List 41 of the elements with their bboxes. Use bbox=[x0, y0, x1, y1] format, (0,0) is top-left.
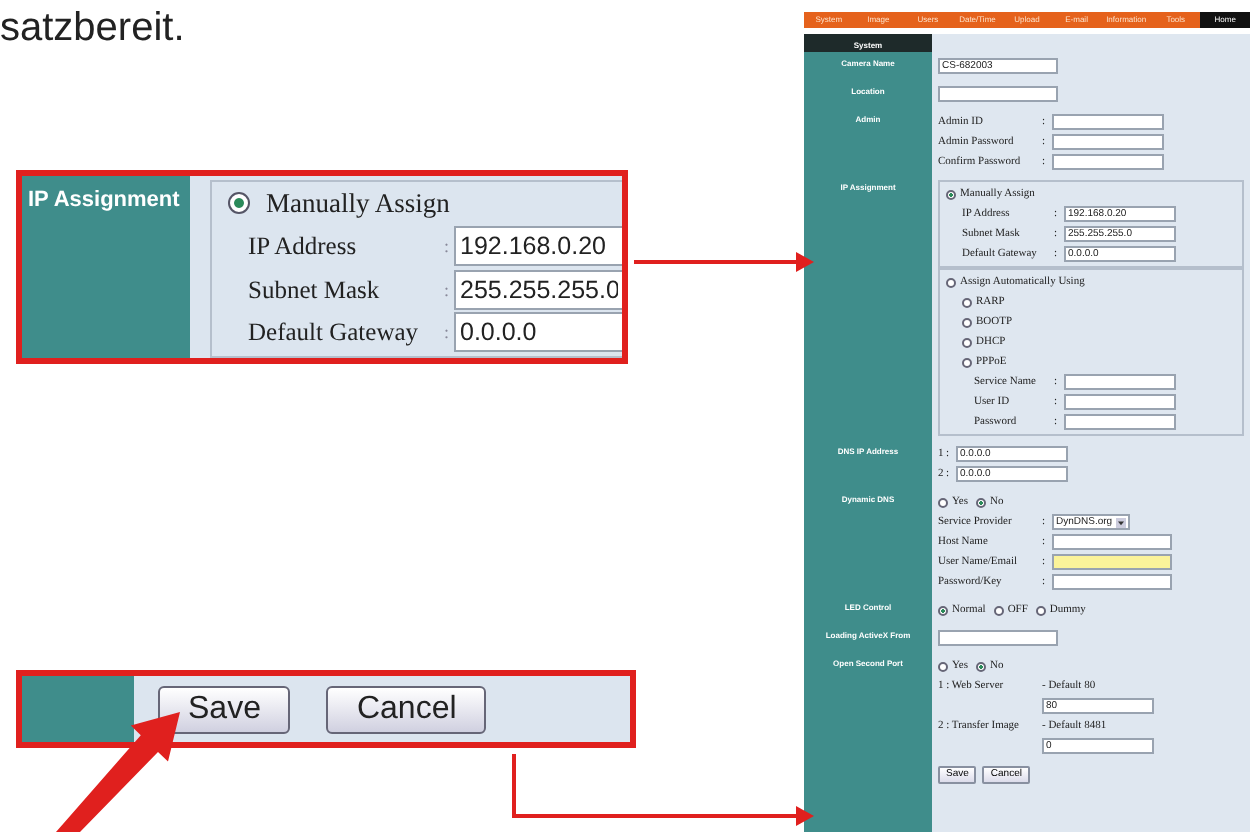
radio-button[interactable] bbox=[962, 317, 972, 327]
radio-button[interactable] bbox=[938, 497, 948, 507]
sidebar-strip bbox=[22, 676, 134, 742]
form-button[interactable]: Cancel bbox=[326, 685, 487, 733]
input-field[interactable] bbox=[1052, 134, 1164, 150]
radio-label: Manually Assign bbox=[266, 185, 450, 222]
setting-label: IP Assignment bbox=[22, 176, 190, 358]
colon-separator: : bbox=[444, 320, 452, 347]
colon-separator: : bbox=[444, 277, 452, 304]
input-field[interactable] bbox=[1052, 114, 1164, 130]
input-field[interactable] bbox=[1052, 554, 1172, 570]
colon-separator: : bbox=[444, 234, 452, 261]
input-field[interactable] bbox=[1052, 534, 1172, 550]
field-label: IP Address bbox=[246, 230, 359, 265]
field-label: Subnet Mask bbox=[246, 273, 382, 308]
radio-button[interactable] bbox=[228, 192, 250, 215]
input-field[interactable] bbox=[1052, 154, 1164, 170]
input-field[interactable] bbox=[1064, 414, 1176, 430]
radio-button[interactable] bbox=[976, 497, 987, 507]
input-field[interactable] bbox=[1052, 574, 1172, 590]
radio-button[interactable] bbox=[976, 661, 987, 671]
field-label: Default Gateway bbox=[246, 316, 421, 351]
radio-button[interactable] bbox=[962, 297, 972, 307]
radio-button[interactable] bbox=[993, 605, 1004, 615]
radio-button[interactable] bbox=[938, 605, 948, 615]
radio-button[interactable] bbox=[938, 661, 948, 671]
form-button[interactable]: Save bbox=[158, 685, 291, 733]
sidebar-strip bbox=[804, 760, 932, 832]
input-field[interactable]: 0.0.0.0 bbox=[454, 312, 622, 353]
input-field[interactable]: 192.168.0.20 bbox=[454, 226, 622, 267]
intro-text: satzbereit. bbox=[0, 4, 185, 52]
radio-button[interactable] bbox=[946, 189, 956, 199]
caret-icon bbox=[1116, 517, 1127, 527]
input-field[interactable] bbox=[1064, 374, 1176, 390]
input-field[interactable] bbox=[938, 86, 1058, 102]
input-field[interactable] bbox=[1064, 394, 1176, 410]
input-field[interactable] bbox=[938, 630, 1058, 646]
radio-button[interactable] bbox=[946, 277, 956, 287]
radio-button[interactable] bbox=[962, 357, 972, 367]
radio-button[interactable] bbox=[1035, 605, 1046, 615]
radio-button[interactable] bbox=[962, 337, 972, 347]
